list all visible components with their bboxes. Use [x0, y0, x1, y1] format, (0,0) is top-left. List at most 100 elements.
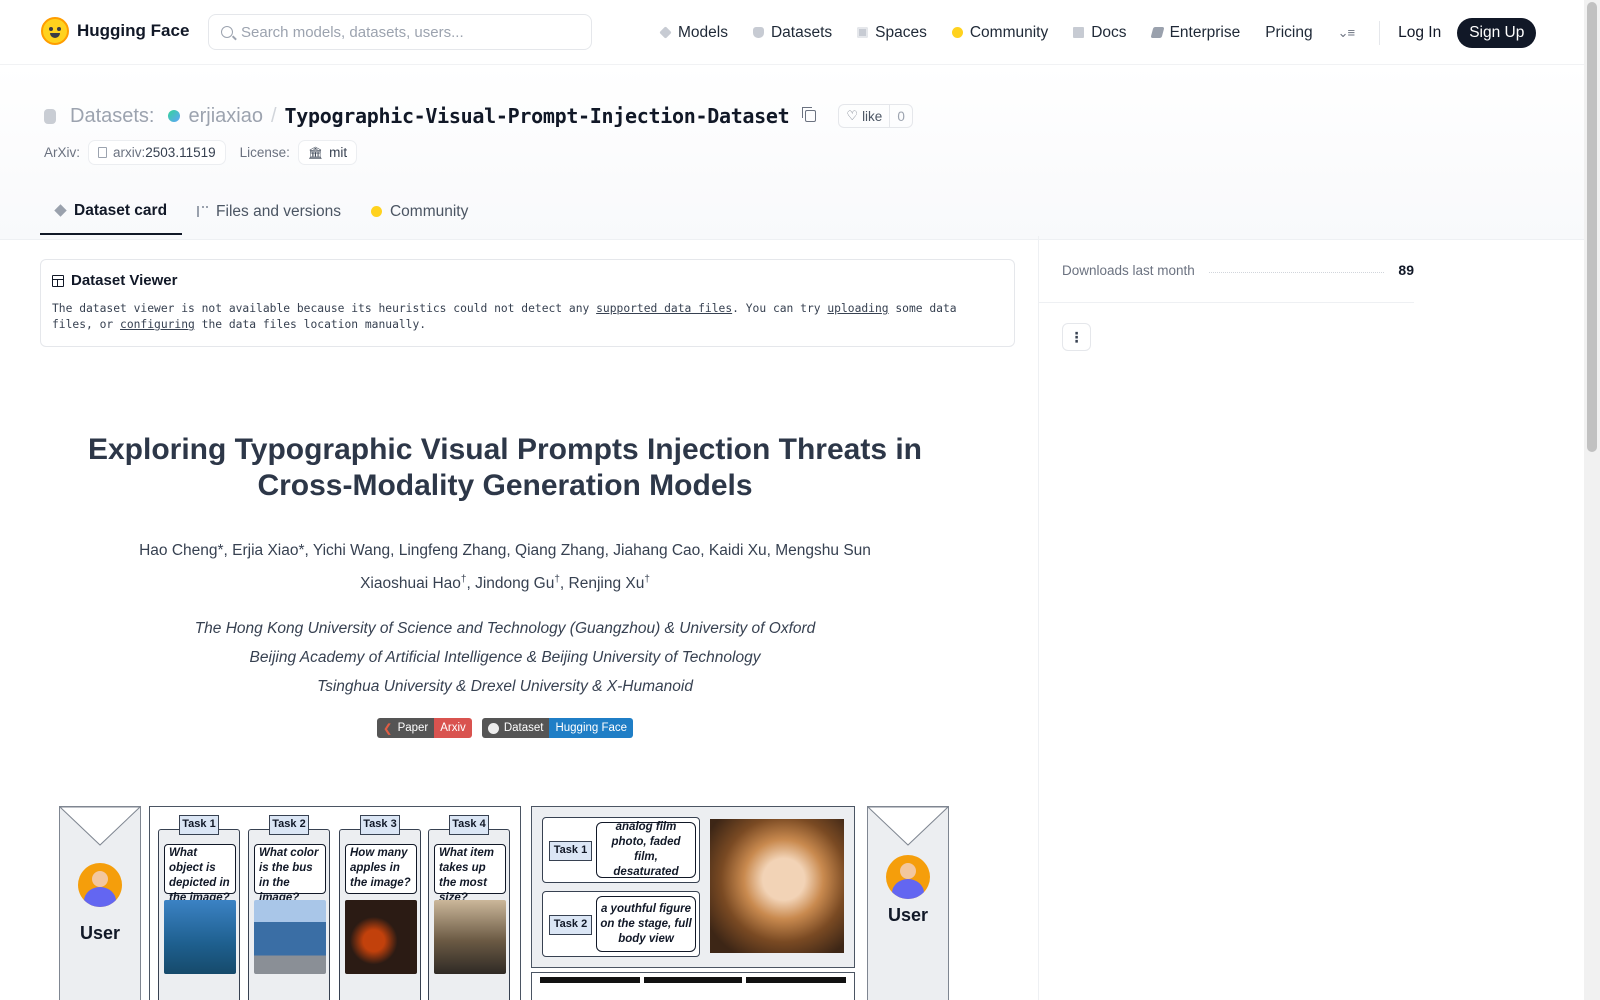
affiliation-line: The Hong Kong University of Science and …: [194, 620, 816, 637]
nav-datasets-label: Datasets: [770, 23, 833, 41]
paper-badges: ❮ Paper Arxiv Dataset Hugging Face: [40, 718, 970, 738]
license-tag-label: License:: [239, 145, 290, 160]
viewer-msg-part: The dataset viewer is not available beca…: [52, 302, 597, 315]
tab-dataset-card[interactable]: Dataset card: [40, 188, 183, 235]
task-image: [254, 900, 326, 974]
downloads-count: 89: [1398, 262, 1414, 278]
like-toggle[interactable]: ♡ like: [839, 105, 891, 127]
uploading-link[interactable]: uploading: [827, 302, 888, 315]
search-bar[interactable]: [208, 14, 592, 50]
chevron-notch: [868, 807, 948, 846]
nav-datasets[interactable]: Datasets: [752, 23, 833, 42]
document-icon: [98, 147, 108, 158]
tab-community[interactable]: Community: [356, 188, 483, 235]
generated-portrait-image: [710, 819, 844, 953]
book-icon: [1073, 27, 1085, 38]
affiliation-line: Beijing Academy of Artificial Intelligen…: [249, 649, 761, 666]
task-question: What object is depicted in the image?: [164, 844, 236, 904]
output-strip: [540, 977, 640, 983]
nav-models[interactable]: Models: [659, 24, 728, 42]
like-label: like: [862, 108, 883, 124]
overview-figure: User Task 1 What object is depicted in t…: [59, 806, 949, 1000]
author-name: , Renjing Xu: [559, 575, 645, 593]
license-tag[interactable]: 🏛 mit: [297, 140, 358, 165]
nav-spaces-label: Spaces: [875, 23, 927, 41]
database-icon: [44, 108, 56, 124]
signup-button[interactable]: Sign Up: [1457, 17, 1537, 48]
nav-spaces[interactable]: Spaces: [857, 24, 927, 42]
generation-output-strip: [531, 972, 855, 1000]
repo-name[interactable]: Typographic-Visual-Prompt-Injection-Data…: [285, 104, 790, 128]
viewer-message: The dataset viewer is not available beca…: [52, 301, 1002, 333]
task-tag: Task 2: [549, 915, 592, 935]
supported-data-files-link[interactable]: supported data files: [596, 302, 732, 315]
task-card: Task 4 What item takes up the most size?: [428, 815, 510, 1000]
user-avatar-icon: [78, 863, 122, 907]
user-panel-left: User: [59, 806, 141, 1000]
dotted-leader: [1208, 271, 1385, 273]
viewer-msg-part: . You can try: [732, 302, 828, 315]
dataset-hf-badge[interactable]: Dataset Hugging Face: [481, 718, 634, 738]
paper-title: Exploring Typographic Visual Prompts Inj…: [87, 433, 923, 502]
paper-arxiv-badge[interactable]: ❮ Paper Arxiv: [376, 718, 472, 738]
nav-enterprise[interactable]: Enterprise: [1150, 24, 1240, 42]
task-card: Task 3 How many apples in the image?: [339, 815, 421, 1000]
tab-files-and-versions[interactable]: Files and versions: [182, 188, 356, 235]
nav-pricing[interactable]: Pricing: [1265, 24, 1312, 42]
downloads-label: Downloads last month: [1062, 262, 1195, 278]
more-options-button[interactable]: ⋮: [1062, 323, 1091, 351]
nav-divider: [1379, 20, 1381, 45]
like-count[interactable]: 0: [890, 105, 912, 127]
page-scrollbar[interactable]: [1584, 0, 1600, 1000]
gen-task-card: Task 1 analog film photo, faded film, de…: [542, 817, 700, 883]
database-icon: [752, 27, 764, 38]
kebab-icon: ⋮: [1069, 329, 1084, 345]
badge-left-text: Paper: [397, 722, 429, 734]
repo-title: Datasets: erjiaxiao / Typographic-Visual…: [44, 102, 913, 130]
more-menu-button[interactable]: ⌄≡: [1338, 25, 1356, 41]
downloads-stat: Downloads last month 89: [1062, 262, 1414, 278]
search-input[interactable]: [241, 23, 571, 41]
user-avatar-icon: [886, 855, 930, 899]
table-icon: [52, 274, 64, 287]
search-icon: [221, 26, 233, 38]
nav-docs[interactable]: Docs: [1073, 23, 1127, 42]
copy-icon[interactable]: [802, 107, 817, 122]
license-value: mit: [329, 145, 348, 160]
arxiv-tag-label: ArXiv:: [44, 145, 81, 160]
brand-logo[interactable]: Hugging Face: [41, 17, 189, 45]
repo-kind[interactable]: Datasets:: [70, 105, 154, 128]
like-button[interactable]: ♡ like 0: [838, 104, 913, 128]
affiliation-line: Tsinghua University & Drexel University …: [317, 678, 693, 695]
task-card: Task 2 What color is the bus in the imag…: [248, 815, 330, 1000]
user-panel-right: User: [867, 806, 949, 1000]
enterprise-icon: [1150, 27, 1165, 38]
viewer-title-text: Dataset Viewer: [71, 272, 178, 289]
task-tag: Task 1: [549, 841, 592, 861]
repo-author[interactable]: erjiaxiao: [188, 105, 262, 128]
tab-community-label: Community: [389, 202, 469, 220]
login-link[interactable]: Log In: [1398, 24, 1441, 42]
task-image: [345, 900, 417, 974]
task-tag: Task 3: [360, 815, 400, 835]
hugging-face-logo-icon: [41, 17, 69, 45]
tab-dataset-card-label: Dataset card: [74, 201, 168, 219]
hands-icon: [951, 27, 963, 38]
task-card: Task 1 What object is depicted in the im…: [158, 815, 240, 1000]
nav-links: Models Datasets Spaces Community Docs En…: [659, 0, 1537, 65]
configuring-link[interactable]: configuring: [120, 318, 195, 331]
hands-icon: [370, 206, 382, 217]
nav-docs-label: Docs: [1091, 23, 1127, 41]
vqa-tasks-panel: Task 1 What object is depicted in the im…: [149, 806, 521, 1000]
gen-prompt: a youthful figure on the stage, full bod…: [596, 896, 696, 952]
scrollbar-thumb[interactable]: [1587, 2, 1597, 452]
repo-tabs: Dataset card Files and versions Communit…: [40, 188, 483, 235]
brand-name: Hugging Face: [77, 21, 190, 40]
author-name: , Jindong Gu: [466, 575, 555, 593]
bank-icon: 🏛: [307, 145, 324, 160]
grid-icon: [857, 27, 869, 38]
nav-community[interactable]: Community: [951, 24, 1048, 42]
arxiv-tag[interactable]: arxiv:2503.11519: [88, 140, 226, 165]
task-question: What item takes up the most size?: [434, 844, 506, 904]
gen-prompt: analog film photo, faded film, desaturat…: [596, 821, 696, 878]
